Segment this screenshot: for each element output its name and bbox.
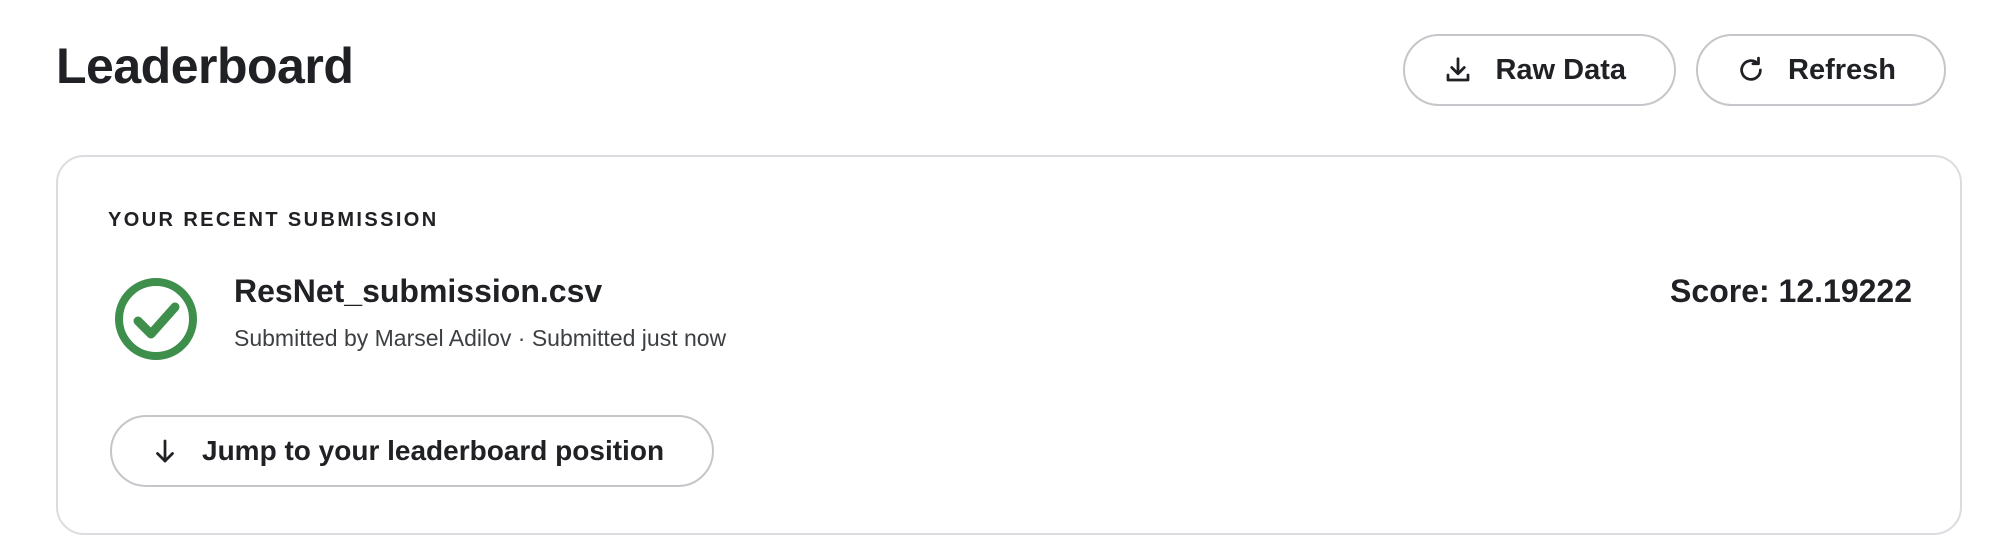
header-actions: Raw Data Refresh	[1403, 34, 1946, 106]
jump-to-position-button[interactable]: Jump to your leaderboard position	[110, 415, 715, 487]
submission-file-name: ResNet_submission.csv	[234, 273, 603, 309]
download-icon	[1443, 55, 1473, 85]
submission-score: Score: 12.19222	[1670, 273, 1912, 309]
jump-to-position-label: Jump to your leaderboard position	[202, 435, 665, 466]
submission-meta: Submitted by Marsel Adilov · Submitted j…	[234, 325, 727, 351]
raw-data-button[interactable]: Raw Data	[1403, 34, 1676, 106]
raw-data-label: Raw Data	[1495, 53, 1626, 86]
page-title: Leaderboard	[56, 38, 354, 94]
check-circle-icon	[114, 277, 198, 361]
arrow-down-icon	[150, 436, 180, 466]
recent-submission-card: YOUR RECENT SUBMISSION ResNet_submission…	[56, 155, 1962, 535]
refresh-label: Refresh	[1788, 53, 1896, 86]
refresh-button[interactable]: Refresh	[1696, 34, 1946, 106]
section-label: YOUR RECENT SUBMISSION	[108, 209, 439, 231]
refresh-icon	[1736, 55, 1766, 85]
